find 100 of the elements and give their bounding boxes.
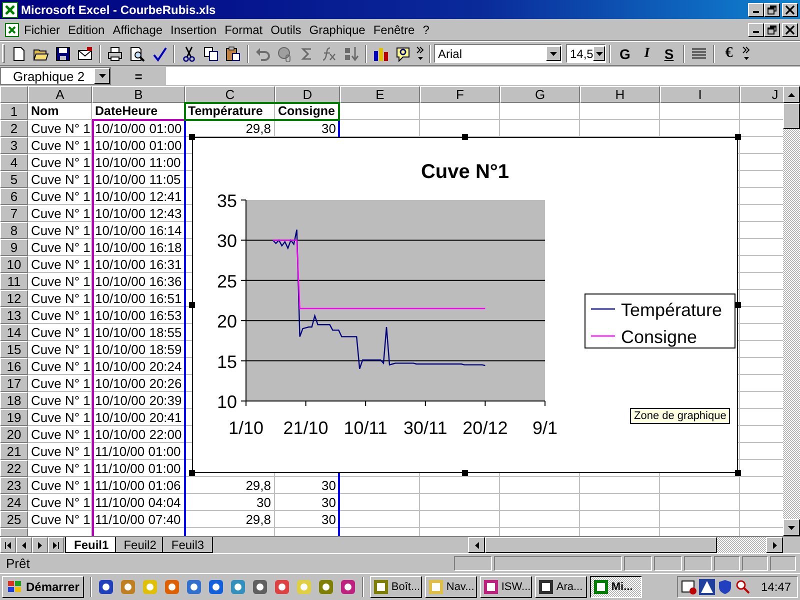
minimize-button[interactable] xyxy=(748,2,764,16)
row-header[interactable]: 17 xyxy=(0,375,28,392)
first-sheet-button[interactable] xyxy=(0,537,16,553)
column-header[interactable]: B xyxy=(92,86,185,103)
column-header[interactable]: H xyxy=(580,86,660,103)
row-header[interactable]: 3 xyxy=(0,137,28,154)
column-header[interactable]: E xyxy=(340,86,420,103)
column-header[interactable]: D xyxy=(275,86,340,103)
selection-handle[interactable] xyxy=(462,470,468,476)
row-header[interactable]: 4 xyxy=(0,154,28,171)
row-header[interactable]: 25 xyxy=(0,511,28,528)
column-header[interactable]: F xyxy=(420,86,500,103)
taskbar-button[interactable]: Boît... xyxy=(370,576,422,598)
format-button[interactable]: G xyxy=(614,42,636,64)
start-button[interactable]: Démarrer xyxy=(2,576,84,598)
column-header[interactable]: I xyxy=(660,86,740,103)
app-shortcut-icon[interactable] xyxy=(164,579,180,595)
taskbar-button[interactable]: Mi... xyxy=(590,576,642,598)
selection-handle[interactable] xyxy=(462,134,468,140)
row-header[interactable]: 13 xyxy=(0,307,28,324)
close-button[interactable] xyxy=(782,2,798,16)
magnifier-icon[interactable] xyxy=(734,579,751,595)
row-header[interactable]: 23 xyxy=(0,477,28,494)
selection-handle[interactable] xyxy=(189,470,195,476)
previous-sheet-button[interactable] xyxy=(16,537,32,553)
row-header[interactable]: 21 xyxy=(0,443,28,460)
shield-icon[interactable] xyxy=(716,579,733,595)
scrollbar-thumb[interactable] xyxy=(485,537,717,553)
row-header[interactable]: 5 xyxy=(0,171,28,188)
menu-item[interactable]: Format xyxy=(220,22,267,36)
selection-handle[interactable] xyxy=(189,134,195,140)
restore-button[interactable] xyxy=(764,2,780,16)
row-header[interactable]: 19 xyxy=(0,409,28,426)
app-shortcut-icon[interactable] xyxy=(318,579,334,595)
column-header[interactable]: C xyxy=(185,86,275,103)
selection-handle[interactable] xyxy=(735,134,741,140)
row-header[interactable]: 10 xyxy=(0,256,28,273)
format-button[interactable]: S xyxy=(658,42,680,64)
row-header[interactable]: 11 xyxy=(0,273,28,290)
font-size-field[interactable]: 14,5 xyxy=(566,44,606,63)
menu-item[interactable]: ? xyxy=(418,22,434,36)
last-sheet-button[interactable] xyxy=(48,537,64,553)
row-header[interactable]: 14 xyxy=(0,324,28,341)
scroll-right-button[interactable] xyxy=(766,537,783,553)
row-header[interactable]: 1 xyxy=(0,103,28,120)
font-field[interactable]: Arial xyxy=(434,44,562,63)
app-shortcut-icon[interactable] xyxy=(230,579,246,595)
column-header[interactable]: A xyxy=(28,86,92,103)
row-header[interactable]: 2 xyxy=(0,120,28,137)
row-header[interactable]: 8 xyxy=(0,222,28,239)
app-shortcut-icon[interactable] xyxy=(98,579,114,595)
row-header[interactable]: 22 xyxy=(0,460,28,477)
sheet-tab[interactable]: Feuil1 xyxy=(65,537,118,553)
scroll-left-button[interactable] xyxy=(468,537,485,553)
restore-button[interactable] xyxy=(764,22,780,36)
menu-item[interactable]: Fichier xyxy=(20,22,64,36)
triangle-icon[interactable] xyxy=(698,579,715,595)
more-icon[interactable] xyxy=(416,44,424,62)
app-shortcut-icon[interactable] xyxy=(252,579,268,595)
format-button[interactable]: I xyxy=(636,42,658,64)
selection-handle[interactable] xyxy=(735,470,741,476)
scroll-up-button[interactable] xyxy=(783,86,800,103)
select-all-button[interactable] xyxy=(0,86,28,103)
row-header[interactable]: 16 xyxy=(0,358,28,375)
app-shortcut-icon[interactable] xyxy=(340,579,356,595)
menu-item[interactable]: Edition xyxy=(64,22,109,36)
taskbar-button[interactable]: Ara... xyxy=(535,576,588,598)
row-header[interactable]: 15 xyxy=(0,341,28,358)
taskbar-button[interactable]: Nav... xyxy=(425,576,478,598)
row-header[interactable]: 12 xyxy=(0,290,28,307)
selection-handle[interactable] xyxy=(735,302,741,308)
menu-item[interactable]: Graphique xyxy=(305,22,370,36)
formula-field[interactable] xyxy=(166,67,800,85)
minimize-button[interactable] xyxy=(748,22,764,36)
menu-item[interactable]: Fenêtre xyxy=(369,22,419,36)
selection-handle[interactable] xyxy=(189,302,195,308)
taskbar-button[interactable]: ISW... xyxy=(480,576,532,598)
close-button[interactable] xyxy=(782,22,798,36)
app-shortcut-icon[interactable] xyxy=(208,579,224,595)
row-header[interactable]: 7 xyxy=(0,205,28,222)
scrollbar-thumb[interactable] xyxy=(783,103,800,129)
row-header[interactable]: 9 xyxy=(0,239,28,256)
currency-button[interactable]: € xyxy=(718,42,740,64)
sheet-tab[interactable]: Feuil3 xyxy=(162,537,214,553)
menu-item[interactable]: Insertion xyxy=(166,22,221,36)
app-shortcut-icon[interactable] xyxy=(186,579,202,595)
menu-item[interactable]: Outils xyxy=(266,22,306,36)
next-sheet-button[interactable] xyxy=(32,537,48,553)
name-box[interactable]: Graphique 2 xyxy=(0,67,111,85)
scroll-down-button[interactable] xyxy=(783,519,800,536)
app-shortcut-icon[interactable] xyxy=(274,579,290,595)
row-header[interactable]: 6 xyxy=(0,188,28,205)
row-header[interactable]: 24 xyxy=(0,494,28,511)
row-header[interactable]: 18 xyxy=(0,392,28,409)
menu-item[interactable]: Affichage xyxy=(108,22,167,36)
more-icon[interactable] xyxy=(742,44,750,62)
column-header[interactable]: J xyxy=(740,86,783,103)
column-header[interactable]: G xyxy=(500,86,580,103)
row-header[interactable]: 20 xyxy=(0,426,28,443)
chart-area[interactable]: Cuve N°1 10 15 20 25 30 35 1/10 21/10 10/11 30/11 20/12 9/1 Température Consigne Zone de graphique xyxy=(192,137,738,473)
